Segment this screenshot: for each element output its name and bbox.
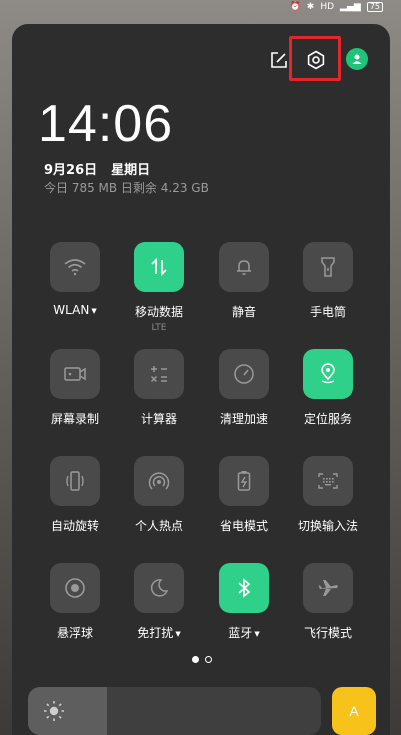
tile-bluetooth-label: 蓝牙 ▼ [201,624,287,641]
battery-saver-icon [237,471,251,491]
user-avatar-icon[interactable] [346,48,368,70]
status-bar: ⏰ ✱ HD ▂▄▆ 75 [290,0,383,14]
clock-date: 9月26日 星期日 [44,159,164,178]
tile-cleanup-button[interactable] [219,349,269,399]
auto-rotate-icon [66,471,84,491]
mobile-data-icon [151,257,167,277]
data-usage-text: 今日 785 MB 日剩余 4.23 GB [44,181,209,195]
tile-silent[interactable]: 静音 [201,242,287,320]
screen-record-icon [64,367,86,381]
tile-floating-ball-button[interactable] [50,563,100,613]
bell-icon [237,260,251,275]
keyboard-icon [318,473,338,489]
settings-gear-icon[interactable] [304,48,328,72]
tile-input-method[interactable]: 切换输入法 [285,456,371,534]
tile-wlan-button[interactable] [50,242,100,292]
battery-icon: 75 [366,2,383,12]
sun-icon [44,701,64,721]
tile-screen-record-button[interactable] [50,349,100,399]
tile-location-label: 定位服务 [303,412,352,426]
tile-location-button[interactable] [303,349,353,399]
tile-mobile-data-sub: LTE [151,323,167,333]
tile-airplane[interactable]: 飞行模式 [285,563,371,641]
tile-auto-rotate-button[interactable] [50,456,100,506]
tile-input-method-label: 切换输入法 [297,519,358,533]
wifi-icon [64,259,86,276]
tile-silent-button[interactable] [219,242,269,292]
tile-cleanup[interactable]: 清理加速 [201,349,287,427]
tile-hotspot[interactable]: 个人热点 [116,456,202,534]
auto-brightness-button[interactable]: A [332,687,376,735]
tile-calculator-label: 计算器 [140,412,177,426]
airplane-icon [318,580,338,596]
location-icon [321,363,335,384]
tile-mobile-data-button[interactable] [134,242,184,292]
tile-mobile-data-label: 移动数据 [134,305,183,319]
tile-calculator-button[interactable] [134,349,184,399]
tile-dnd-button[interactable] [134,563,184,613]
dropdown-caret-icon: ▼ [91,306,97,315]
tile-dnd[interactable]: 免打扰 ▼ [116,563,202,641]
page-dot-1[interactable] [192,656,199,663]
brightness-fill [28,687,108,735]
tile-hotspot-button[interactable] [134,456,184,506]
tile-airplane-label: 飞行模式 [303,626,352,640]
tile-bluetooth-text: 蓝牙 [228,626,253,640]
tile-mobile-data[interactable]: 移动数据 LTE [116,242,202,333]
tile-battery-saver-label: 省电模式 [219,519,268,533]
hd-icon: HD [320,1,335,12]
tile-location[interactable]: 定位服务 [285,349,371,427]
tile-airplane-button[interactable] [303,563,353,613]
bluetooth-icon [238,578,251,598]
tile-auto-rotate-label: 自动旋转 [50,519,99,533]
tile-wlan[interactable]: WLAN ▼ [32,242,118,317]
edit-icon[interactable] [267,48,291,72]
tile-battery-saver-button[interactable] [219,456,269,506]
quick-settings-panel: 14:06 9月26日 星期日 今日 785 MB 日剩余 4.23 GB WLA… [12,24,390,735]
dropdown-caret-icon: ▼ [254,629,260,638]
flashlight-icon [321,257,335,277]
tile-wlan-text: WLAN [53,303,90,317]
tile-floating-ball[interactable]: 悬浮球 [32,563,118,641]
brightness-slider[interactable] [28,687,321,735]
weekday-label: 星期日 [111,163,151,178]
hotspot-icon [148,472,170,490]
tile-bluetooth-button[interactable] [219,563,269,613]
speed-gauge-icon [234,364,254,384]
floating-ball-icon [65,578,85,598]
tile-bluetooth[interactable]: 蓝牙 ▼ [201,563,287,641]
clock-time: 14:06 [38,95,174,153]
tile-cleanup-label: 清理加速 [219,412,268,426]
alarm-icon: ⏰ [289,1,301,12]
moon-icon [150,579,169,597]
dropdown-caret-icon: ▼ [175,629,181,638]
tile-flashlight-label: 手电筒 [309,305,346,319]
tile-auto-rotate[interactable]: 自动旋转 [32,456,118,534]
tile-hotspot-label: 个人热点 [134,519,183,533]
date-label: 9月26日 [44,163,98,178]
tile-flashlight-button[interactable] [303,242,353,292]
tile-input-method-button[interactable] [303,456,353,506]
calculator-icon [150,366,167,383]
tile-floating-ball-label: 悬浮球 [56,626,93,640]
tile-battery-saver[interactable]: 省电模式 [201,456,287,534]
tile-silent-label: 静音 [231,305,256,319]
tile-screen-record[interactable]: 屏幕录制 [32,349,118,427]
tile-dnd-text: 免打扰 [137,626,174,640]
signal-icon: ▂▄▆ [340,1,361,12]
tile-calculator[interactable]: 计算器 [116,349,202,427]
tile-screen-record-label: 屏幕录制 [50,412,99,426]
page-indicator [192,656,212,663]
bluetooth-status-icon: ✱ [306,1,315,12]
tile-dnd-label: 免打扰 ▼ [116,624,202,641]
tile-flashlight[interactable]: 手电筒 [285,242,371,320]
page-dot-2[interactable] [205,656,212,663]
tile-wlan-label: WLAN ▼ [32,303,118,317]
